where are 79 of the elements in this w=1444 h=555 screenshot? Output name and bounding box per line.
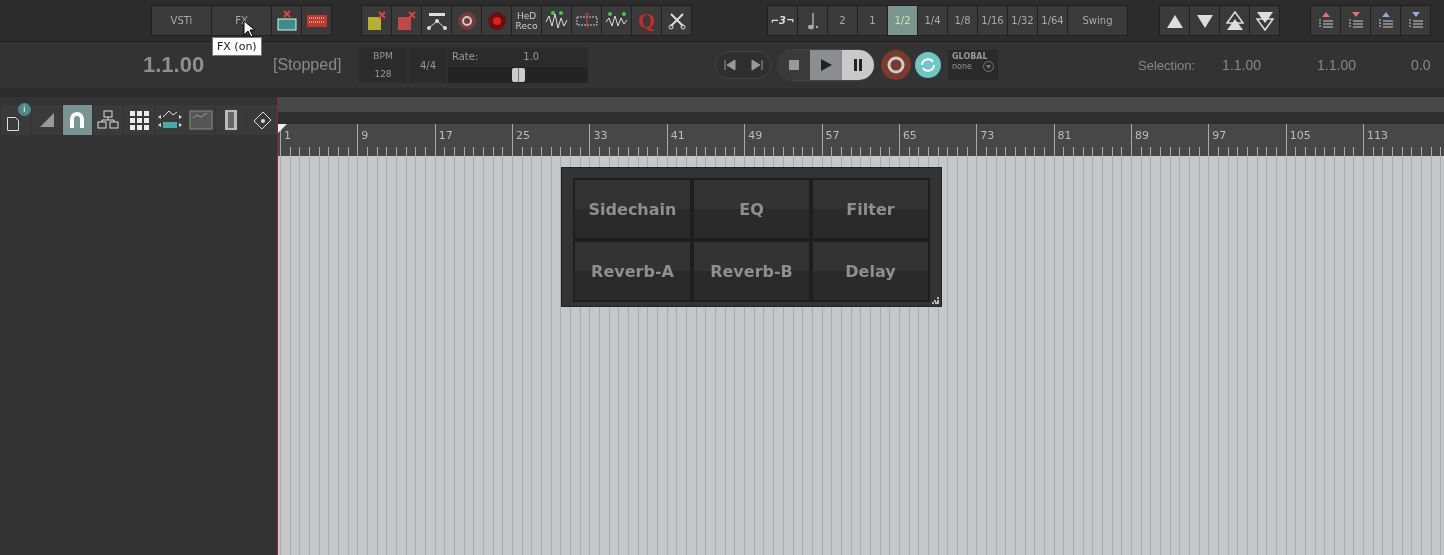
swing-button[interactable]: Swing (1068, 6, 1127, 35)
grid-icon (129, 110, 149, 130)
bar-number: 97 (1212, 129, 1227, 142)
selection-end: 1.1.00 (1317, 57, 1356, 73)
pause-button[interactable] (842, 50, 874, 80)
bar-number: 81 (1057, 129, 1072, 142)
toolbar-button[interactable]: FX (212, 6, 271, 35)
rate-slider[interactable] (512, 68, 525, 82)
track-tool-button[interactable]: i (1, 105, 31, 135)
automation-mode-box[interactable]: GLOBAL none (948, 50, 998, 80)
skip-back-icon[interactable] (722, 58, 737, 72)
bar-number: 49 (748, 129, 763, 142)
grid-division-button[interactable]: 1/8 (948, 6, 977, 35)
record-ring-icon[interactable] (452, 6, 481, 35)
time-display: 1.1.00 (143, 52, 206, 78)
automation-mode: none (952, 62, 972, 71)
start-marker-icon (278, 124, 287, 133)
tooltip: FX (on) (212, 37, 262, 56)
tempo-box[interactable]: BPM 128 (359, 47, 407, 83)
record-button[interactable] (881, 50, 911, 80)
bar-number: 33 (593, 129, 608, 142)
grid-division-button[interactable]: 1/4 (918, 6, 947, 35)
grid-division-button[interactable]: 2 (828, 6, 857, 35)
fx-button[interactable]: Filter (813, 180, 928, 238)
selection-label: Selection: (1138, 57, 1196, 73)
bar-number: 17 (438, 129, 453, 142)
waveform-icon[interactable] (602, 6, 631, 35)
bar-number: 41 (670, 129, 685, 142)
play-state: [Stopped] (273, 56, 343, 74)
bar-number: 89 (1134, 129, 1149, 142)
fx-bypass-icon[interactable] (272, 6, 301, 35)
automation-label: GLOBAL (952, 52, 989, 61)
fx-button[interactable]: Reverb-B (694, 242, 809, 300)
selection-length: 0.0 (1410, 57, 1431, 73)
routing-icon (97, 110, 120, 130)
stop-button[interactable] (778, 50, 810, 80)
grid-division-button[interactable]: 1 (858, 6, 887, 35)
dropdown-icon[interactable] (983, 61, 994, 72)
grid-division-button[interactable]: 1/64 (1038, 6, 1067, 35)
info-badge: i (17, 103, 31, 116)
waveform-icon[interactable] (542, 6, 571, 35)
triplet-button[interactable]: ⌐3¬ (768, 6, 797, 35)
grid-division-button[interactable]: 1/32 (1008, 6, 1037, 35)
play-button[interactable] (810, 50, 842, 80)
fx-button[interactable]: Reverb-A (575, 242, 690, 300)
document-icon (6, 117, 19, 131)
rate-value: 1.0 (523, 51, 540, 62)
resize-grip-icon[interactable] (932, 297, 939, 304)
selection-start: 1.1.00 (1222, 57, 1262, 73)
bar-number: 73 (980, 129, 995, 142)
time-signature-button[interactable]: 4/4 (409, 47, 447, 83)
rate-label: Rate: (452, 51, 479, 62)
fx-button[interactable]: Delay (813, 242, 928, 300)
record-mode-button[interactable]: HeD Reco (512, 6, 541, 35)
fx-button[interactable]: Sidechain (575, 180, 690, 238)
play-icon (820, 59, 832, 71)
fx-button[interactable]: EQ (694, 180, 809, 238)
skip-forward-icon[interactable] (749, 58, 764, 72)
bar-number: 113 (1367, 129, 1389, 142)
bar-number: 1 (284, 129, 291, 142)
dotted-note-icon[interactable] (798, 6, 827, 35)
toolbar-button[interactable]: VSTi (152, 6, 211, 35)
pause-icon (853, 59, 863, 71)
repeat-icon[interactable] (915, 52, 941, 78)
performance-meter-icon (188, 110, 213, 130)
solo-clear-icon[interactable] (362, 6, 391, 35)
bar-number: 25 (516, 129, 531, 142)
diamond-icon (251, 109, 274, 131)
bar-number: 105 (1289, 129, 1311, 142)
keyboard-icon[interactable] (302, 6, 331, 35)
film-strip-icon (224, 109, 239, 131)
split-icon[interactable] (572, 6, 601, 35)
scissors-icon[interactable] (662, 6, 691, 35)
bar-number: 65 (902, 129, 917, 142)
grid-division-button[interactable]: 1/16 (978, 6, 1007, 35)
bar-number: 57 (825, 129, 840, 142)
stop-icon (789, 60, 799, 70)
bar-number: 9 (361, 129, 369, 142)
envelope-icon[interactable] (422, 6, 451, 35)
